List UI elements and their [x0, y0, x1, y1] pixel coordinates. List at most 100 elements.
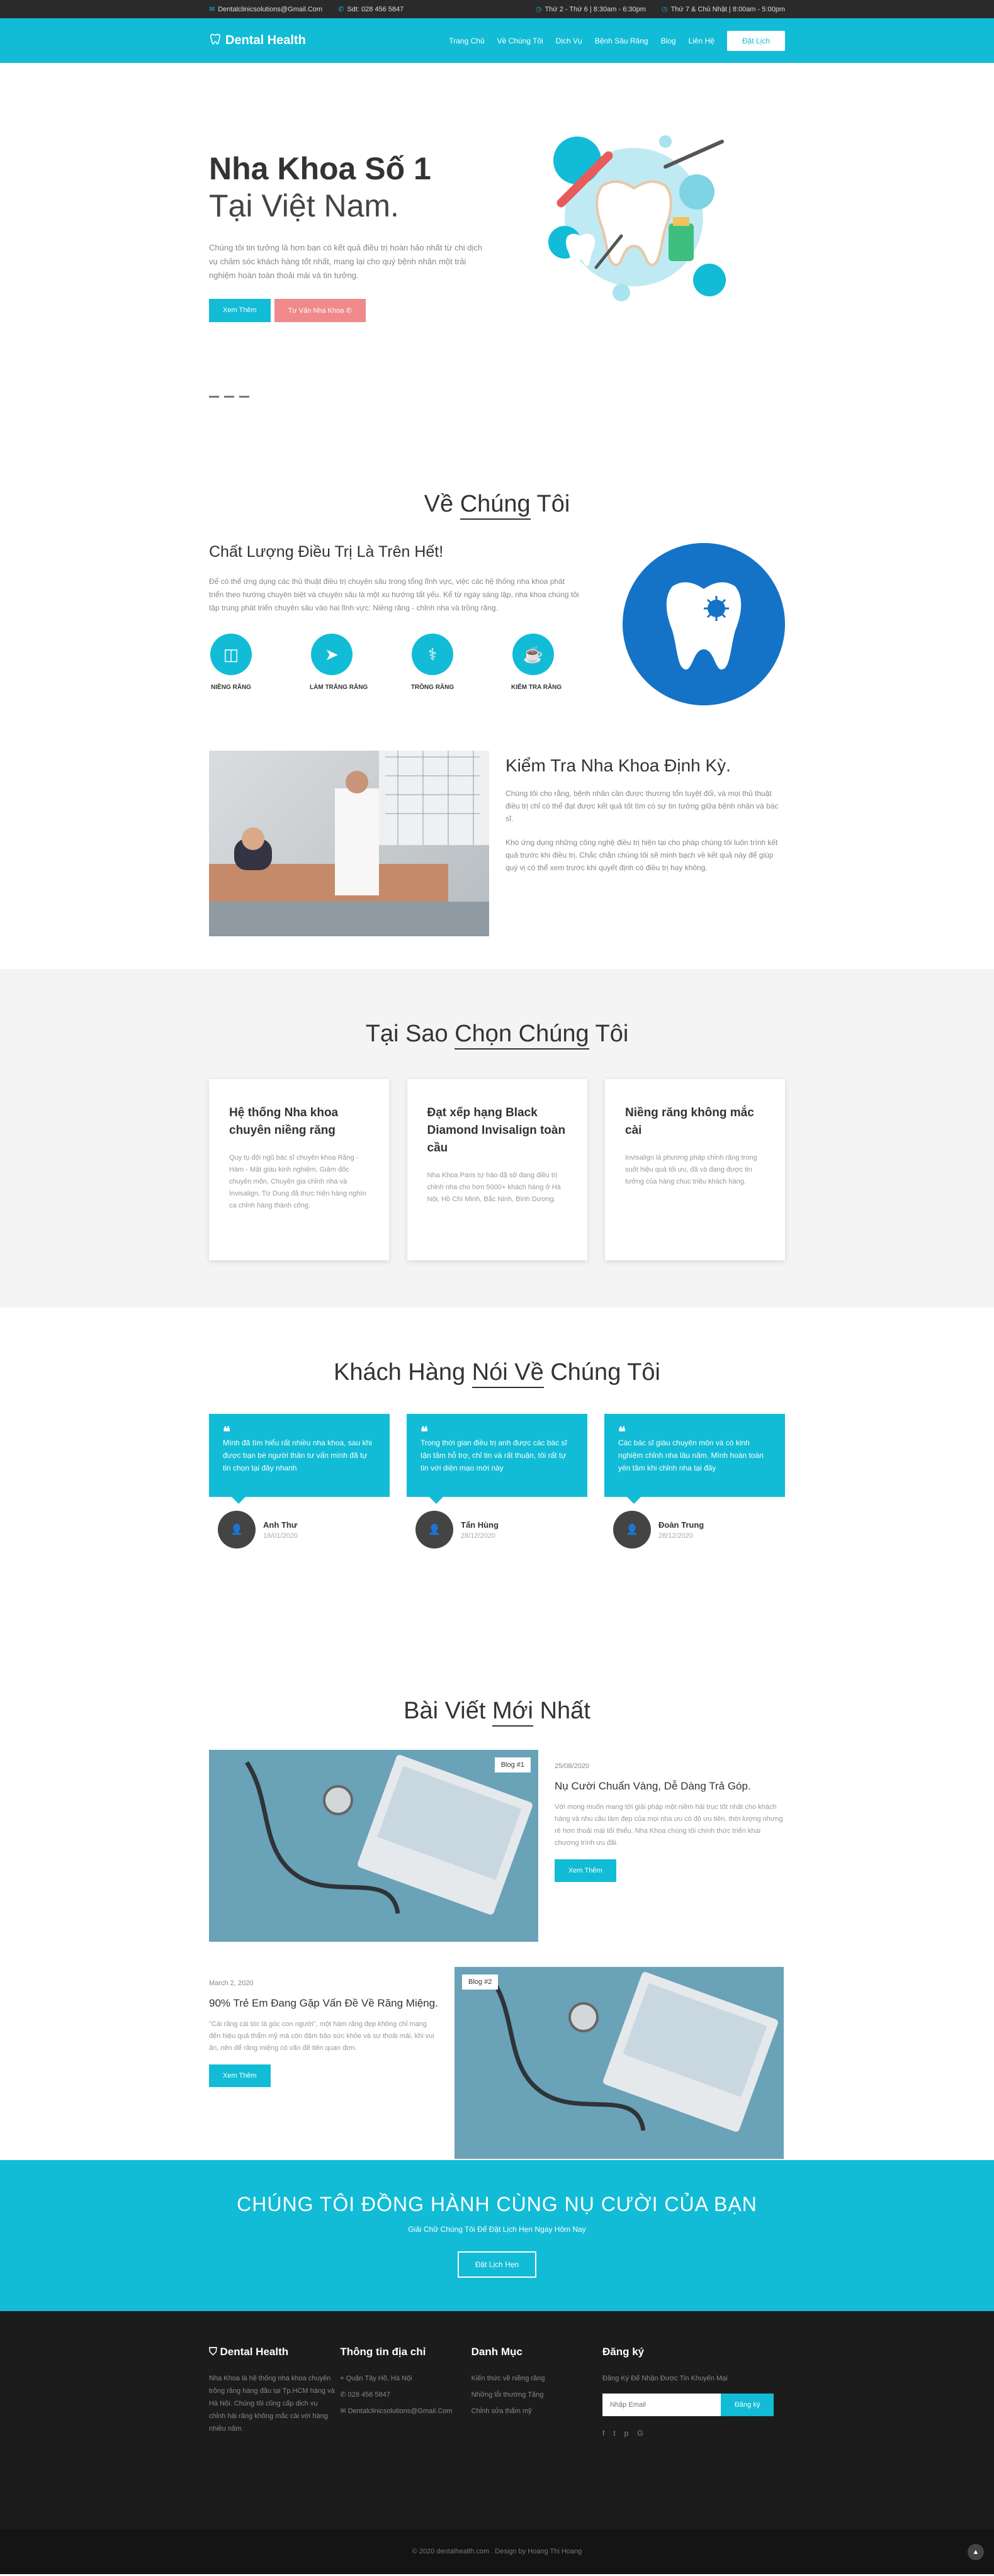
why-title: Tại Sao Chọn Chúng Tôi: [209, 1021, 785, 1050]
phone-icon: ✆: [338, 6, 344, 13]
blog-title: Bài Viết Mới Nhất: [209, 1698, 785, 1727]
book-appointment-button[interactable]: Đặt Lịch: [726, 30, 785, 51]
why-card[interactable]: Đạt xếp hạng Black Diamond Invisalign to…: [407, 1079, 587, 1260]
checkup-title: Kiểm Tra Nha Khoa Định Kỳ.: [505, 756, 731, 775]
testimonial-item: ❝ Mình đã tìm hiểu rất nhiều nha khoa, sa…: [209, 1414, 390, 1548]
feature-list: ◫ NIỀNG RĂNG ➤ LÀM TRẮNG RĂNG ⚕ TRỒNG RĂNG …: [209, 634, 586, 691]
facebook-icon[interactable]: f: [602, 2429, 604, 2438]
hero-more-button[interactable]: Xem Thêm: [209, 298, 271, 322]
blog-excerpt: "Cái răng cái tóc là góc con người", một…: [209, 2020, 434, 2052]
slider-dots[interactable]: [209, 396, 249, 398]
social-links: f t p G: [602, 2429, 785, 2438]
read-more-button[interactable]: Xem Thêm: [555, 1859, 616, 1882]
subscribe-button[interactable]: Đăng ký: [720, 2394, 774, 2416]
footer-address: ⌖ Quận Tây Hồ, Hà Nội: [340, 2375, 412, 2382]
scroll-top-button[interactable]: ▲: [968, 2544, 984, 2560]
doctor-patient-photo: [209, 751, 489, 936]
pinterest-icon[interactable]: p: [624, 2429, 629, 2438]
blog-post-title[interactable]: Nụ Cười Chuẩn Vàng, Dễ Dàng Trả Góp.: [555, 1779, 784, 1794]
footer-subscribe-title: Đăng ký: [602, 2346, 645, 2358]
main-navbar: Dental Health Trang Chủ Về Chúng Tôi Dịc…: [0, 18, 994, 63]
mail-icon: ✉: [209, 6, 215, 13]
avatar: 👤: [613, 1511, 651, 1548]
blog-post: March 2, 2020 90% Trẻ Em Đang Gặp Vấn Đề…: [209, 1967, 785, 2159]
footer-brand[interactable]: ⛉ Dental Health: [209, 2346, 335, 2358]
topbar-email[interactable]: ✉ Dentalclinicsolutions@Gmail.Com: [209, 5, 322, 14]
tooth-icon: ⛉: [209, 2346, 217, 2358]
about-title: Về Chúng Tôi: [209, 491, 785, 520]
topbar-phone[interactable]: ✆ Sdt: 028 456 5847: [338, 5, 404, 14]
hero-description: Chúng tôi tin tưởng là hơn bạn có kết qu…: [209, 242, 483, 280]
hero-subtitle: Tại Việt Nam.: [209, 188, 399, 223]
copyright-bar: © 2020 dentalhealth.com . Design by Hoan…: [0, 2529, 994, 2574]
subscribe-email-input[interactable]: [602, 2394, 721, 2416]
tooth-icon: [209, 33, 222, 49]
footer-subscribe-text: Đăng Ký Để Nhận Được Tin Khuyến Mại: [602, 2375, 728, 2382]
testimonials-title: Khách Hàng Nói Về Chúng Tôi: [209, 1359, 785, 1388]
google-plus-icon[interactable]: G: [637, 2429, 643, 2438]
copyright-text: © 2020 dentalhealth.com . Design by Hoan…: [412, 2548, 582, 2555]
footer-category-link[interactable]: Chỉnh sửa thẩm mỹ: [472, 2405, 597, 2417]
why-card[interactable]: Niềng răng không mắc cài Invisalign là ph…: [605, 1079, 785, 1260]
quote-icon: ❝: [618, 1424, 626, 1440]
about-description: Để có thể ứng dụng các thủ thuật điều tr…: [209, 577, 579, 612]
topbar-hours-weekend: ◷ Thứ 7 & Chủ Nhật | 8:00am - 5:00pm: [661, 5, 785, 14]
arrow-up-icon: ▲: [972, 2548, 980, 2556]
blog-date: 25/08/2020: [555, 1762, 590, 1770]
cta-book-button[interactable]: Đặt Lịch Hẹn: [457, 2251, 537, 2278]
footer-phone[interactable]: ✆ 028 456 5847: [340, 2388, 466, 2401]
nav-item-services[interactable]: Dịch Vụ: [556, 36, 582, 45]
main-nav: Trang Chủ Về Chúng Tôi Dịch Vụ Bệnh Sâu …: [449, 30, 785, 51]
footer-category-link[interactable]: Kiến thức về niềng răng: [472, 2372, 597, 2385]
cta-banner: CHÚNG TÔI ĐỒNG HÀNH CÙNG NỤ CƯỜI CỦA BẠN…: [0, 2160, 994, 2311]
quote-icon: ❝: [421, 1424, 428, 1440]
clock-icon: ◷: [661, 6, 668, 13]
blog-tag: Blog #2: [462, 1974, 499, 1990]
footer-category-link[interactable]: Những lỗi thường Tặng: [472, 2388, 597, 2401]
blog-post-image[interactable]: Blog #2: [455, 1967, 784, 2159]
top-bar: ✉ Dentalclinicsolutions@Gmail.Com ✆ Sdt: 0…: [0, 0, 994, 18]
avatar: 👤: [415, 1511, 453, 1548]
footer-about: Nha Khoa là hệ thống nha khoa chuyên trồ…: [209, 2375, 335, 2433]
feature-checkup[interactable]: ☕ KIỂM TRA RĂNG: [511, 634, 562, 691]
testimonial-item: ❝ Trong thời gian điều trị anh được các b…: [407, 1414, 587, 1548]
blog-section: Bài Viết Mới Nhất Blog #1 25/08/2020 Nụ …: [0, 1660, 994, 2160]
mail-icon: ✉: [340, 2407, 346, 2415]
nav-item-contact[interactable]: Liên Hệ: [689, 36, 714, 45]
dental-illustration: [508, 123, 760, 337]
clock-icon: ◷: [535, 6, 542, 13]
footer-category-title: Danh Mục: [471, 2346, 522, 2358]
brand-logo[interactable]: Dental Health: [209, 33, 306, 49]
testimonial-item: ❝ Các bác sĩ giàu chuyên môn và có kinh n…: [604, 1414, 785, 1548]
location-icon: ⌖: [340, 2375, 344, 2382]
hero-section: Nha Khoa Số 1 Tại Việt Nam. Chúng tôi ti…: [0, 63, 994, 428]
footer-address-title: Thông tin địa chỉ: [340, 2346, 426, 2358]
blog-post-image[interactable]: Blog #1: [209, 1750, 538, 1942]
nav-item-cavities[interactable]: Bệnh Sâu Răng: [595, 36, 648, 45]
feature-implant[interactable]: ⚕ TRỒNG RĂNG: [410, 634, 455, 691]
blog-excerpt: Với mong muốn mang tới giải pháp một niề…: [555, 1803, 783, 1847]
read-more-button[interactable]: Xem Thêm: [209, 2064, 271, 2087]
feature-whitening[interactable]: ➤ LÀM TRẮNG RĂNG: [310, 634, 368, 691]
why-card[interactable]: Hệ thống Nha khoa chuyên niềng răng Quy t…: [209, 1079, 389, 1260]
feature-braces[interactable]: ◫ NIỀNG RĂNG: [209, 634, 253, 691]
twitter-icon[interactable]: t: [613, 2429, 615, 2438]
footer-email[interactable]: ✉ Dentalclinicsolutions@Gmail.Com: [340, 2405, 466, 2417]
why-choose-section: Tại Sao Chọn Chúng Tôi Hệ thống Nha khoa…: [0, 969, 994, 1308]
checkup-paragraph-1: Chúng tôi cho rằng, bệnh nhân cần được t…: [505, 789, 779, 823]
hero-consult-button[interactable]: Tư Vấn Nha Khoa ✆: [274, 298, 366, 322]
braces-icon: ◫: [210, 634, 252, 675]
quote-icon: ❝: [223, 1424, 230, 1440]
about-heading: Chất Lượng Điều Trị Là Trên Hết!: [209, 543, 444, 561]
blog-post-title[interactable]: 90% Trẻ Em Đang Gặp Vấn Đề Về Răng Miệng…: [209, 1996, 438, 2011]
blog-tag: Blog #1: [494, 1757, 531, 1772]
nav-item-home[interactable]: Trang Chủ: [449, 36, 484, 45]
nav-item-about[interactable]: Về Chúng Tôi: [497, 36, 543, 45]
cta-title: CHÚNG TÔI ĐỒNG HÀNH CÙNG NỤ CƯỜI CỦA BẠN: [237, 2193, 757, 2215]
topbar-hours-weekday: ◷ Thứ 2 - Thứ 6 | 8:30am - 6:30pm: [535, 5, 646, 14]
hero-title: Nha Khoa Số 1: [209, 150, 431, 186]
cta-subtitle: Giải Chữ Chúng Tôi Để Đặt Lịch Hẹn Ngay …: [408, 2225, 586, 2234]
stethoscope-icon: ⚕: [412, 634, 453, 675]
nav-item-blog[interactable]: Blog: [661, 36, 676, 45]
avatar: 👤: [218, 1511, 256, 1548]
